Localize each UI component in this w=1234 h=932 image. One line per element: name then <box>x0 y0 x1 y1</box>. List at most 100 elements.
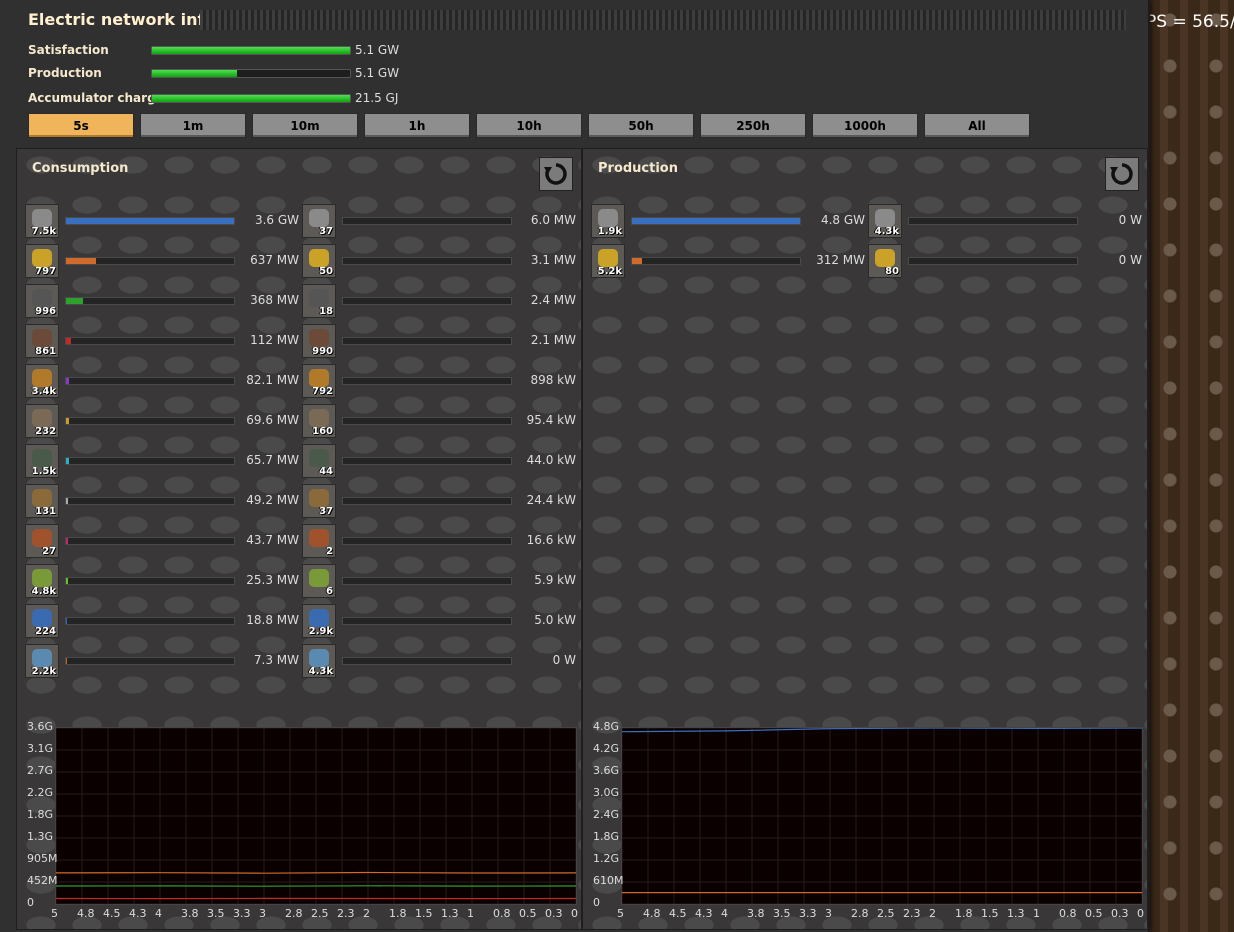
x-tick-label: 4.3 <box>129 907 147 920</box>
entity-row[interactable]: 4.3k 0 W <box>868 204 1147 238</box>
power-value: 25.3 MW <box>246 573 299 587</box>
power-share-bar <box>65 377 235 385</box>
x-tick-label: 1.8 <box>955 907 973 920</box>
entity-icon[interactable]: 2.9k <box>302 604 336 638</box>
entity-row[interactable]: 131 49.2 MW <box>25 484 305 518</box>
entity-icon[interactable]: 18 <box>302 284 336 318</box>
time-button-1h[interactable]: 1h <box>364 113 470 138</box>
x-tick-label: 0 <box>1137 907 1144 920</box>
entity-sprite-icon <box>32 329 52 347</box>
entity-icon[interactable]: 232 <box>25 404 59 438</box>
entity-row[interactable]: 2.2k 7.3 MW <box>25 644 305 678</box>
entity-icon[interactable]: 50 <box>302 244 336 278</box>
entity-row[interactable]: 792 898 kW <box>302 364 581 398</box>
entity-icon[interactable]: 3.4k <box>25 364 59 398</box>
x-tick-label: 2 <box>929 907 936 920</box>
consumption-reset-button[interactable] <box>539 157 573 191</box>
entity-icon[interactable]: 80 <box>868 244 902 278</box>
entity-icon[interactable]: 861 <box>25 324 59 358</box>
entity-row[interactable]: 2 16.6 kW <box>302 524 581 558</box>
time-button-5s[interactable]: 5s <box>28 113 134 138</box>
entity-icon[interactable]: 5.2k <box>591 244 625 278</box>
entity-sprite-icon <box>309 569 329 587</box>
entity-icon[interactable]: 792 <box>302 364 336 398</box>
entity-icon[interactable]: 37 <box>302 204 336 238</box>
x-tick-label: 4.5 <box>669 907 687 920</box>
entity-icon[interactable]: 990 <box>302 324 336 358</box>
production-value: 5.1 GW <box>355 66 400 80</box>
entity-icon[interactable]: 4.3k <box>302 644 336 678</box>
entity-row[interactable]: 4.3k 0 W <box>302 644 581 678</box>
entity-count: 6 <box>326 586 333 597</box>
entity-row[interactable]: 80 0 W <box>868 244 1147 278</box>
x-tick-label: 3.5 <box>207 907 225 920</box>
entity-icon[interactable]: 2 <box>302 524 336 558</box>
entity-icon[interactable]: 7.5k <box>25 204 59 238</box>
entity-count: 160 <box>312 426 333 437</box>
power-value: 3.6 GW <box>254 213 299 227</box>
entity-row[interactable]: 1.9k 4.8 GW <box>591 204 871 238</box>
entity-row[interactable]: 224 18.8 MW <box>25 604 305 638</box>
x-tick-label: 2.3 <box>337 907 355 920</box>
entity-sprite-icon <box>32 569 52 587</box>
power-share-bar-fill <box>66 458 70 464</box>
entity-row[interactable]: 861 112 MW <box>25 324 305 358</box>
entity-row[interactable]: 37 6.0 MW <box>302 204 581 238</box>
entity-icon[interactable]: 2.2k <box>25 644 59 678</box>
time-button-50h[interactable]: 50h <box>588 113 694 138</box>
time-button-10h[interactable]: 10h <box>476 113 582 138</box>
production-reset-button[interactable] <box>1105 157 1139 191</box>
entity-icon[interactable]: 1.5k <box>25 444 59 478</box>
entity-row[interactable]: 44 44.0 kW <box>302 444 581 478</box>
entity-icon[interactable]: 131 <box>25 484 59 518</box>
entity-row[interactable]: 160 95.4 kW <box>302 404 581 438</box>
entity-row[interactable]: 1.5k 65.7 MW <box>25 444 305 478</box>
entity-row[interactable]: 996 368 MW <box>25 284 305 318</box>
entity-count: 4.3k <box>308 666 333 677</box>
entity-icon[interactable]: 44 <box>302 444 336 478</box>
power-value: 2.1 MW <box>530 333 576 347</box>
entity-icon[interactable]: 996 <box>25 284 59 318</box>
time-button-all[interactable]: All <box>924 113 1030 138</box>
window-titlebar[interactable]: Electric network info <box>0 0 1146 42</box>
entity-sprite-icon <box>32 489 52 507</box>
entity-sprite-icon <box>32 249 52 267</box>
y-tick-label: 3.6G <box>593 764 620 777</box>
entity-icon[interactable]: 224 <box>25 604 59 638</box>
x-tick-label: 1 <box>1033 907 1040 920</box>
entity-icon[interactable]: 6 <box>302 564 336 598</box>
entity-row[interactable]: 5.2k 312 MW <box>591 244 871 278</box>
entity-row[interactable]: 7.5k 3.6 GW <box>25 204 305 238</box>
entity-row[interactable]: 27 43.7 MW <box>25 524 305 558</box>
entity-row[interactable]: 3.4k 82.1 MW <box>25 364 305 398</box>
x-tick-label: 2.8 <box>851 907 869 920</box>
entity-row[interactable]: 18 2.4 MW <box>302 284 581 318</box>
entity-sprite-icon <box>32 409 52 427</box>
x-tick-label: 0.5 <box>519 907 537 920</box>
entity-row[interactable]: 50 3.1 MW <box>302 244 581 278</box>
entity-count: 224 <box>35 626 56 637</box>
entity-row[interactable]: 6 5.9 kW <box>302 564 581 598</box>
time-button-1000h[interactable]: 1000h <box>812 113 918 138</box>
time-button-10m[interactable]: 10m <box>252 113 358 138</box>
y-tick-label: 1.2G <box>593 852 620 865</box>
entity-row[interactable]: 4.8k 25.3 MW <box>25 564 305 598</box>
entity-icon[interactable]: 1.9k <box>591 204 625 238</box>
entity-icon[interactable]: 797 <box>25 244 59 278</box>
entity-row[interactable]: 797 637 MW <box>25 244 305 278</box>
entity-icon[interactable]: 37 <box>302 484 336 518</box>
entity-row[interactable]: 232 69.6 MW <box>25 404 305 438</box>
time-button-1m[interactable]: 1m <box>140 113 246 138</box>
entity-icon[interactable]: 160 <box>302 404 336 438</box>
drag-handle[interactable] <box>200 10 1126 30</box>
entity-row[interactable]: 2.9k 5.0 kW <box>302 604 581 638</box>
x-tick-label: 2.3 <box>903 907 921 920</box>
time-button-250h[interactable]: 250h <box>700 113 806 138</box>
entity-icon[interactable]: 4.3k <box>868 204 902 238</box>
entity-icon[interactable]: 4.8k <box>25 564 59 598</box>
entity-row[interactable]: 37 24.4 kW <box>302 484 581 518</box>
entity-row[interactable]: 990 2.1 MW <box>302 324 581 358</box>
x-tick-label: 4 <box>721 907 728 920</box>
entity-icon[interactable]: 27 <box>25 524 59 558</box>
entity-sprite-icon <box>875 209 895 227</box>
